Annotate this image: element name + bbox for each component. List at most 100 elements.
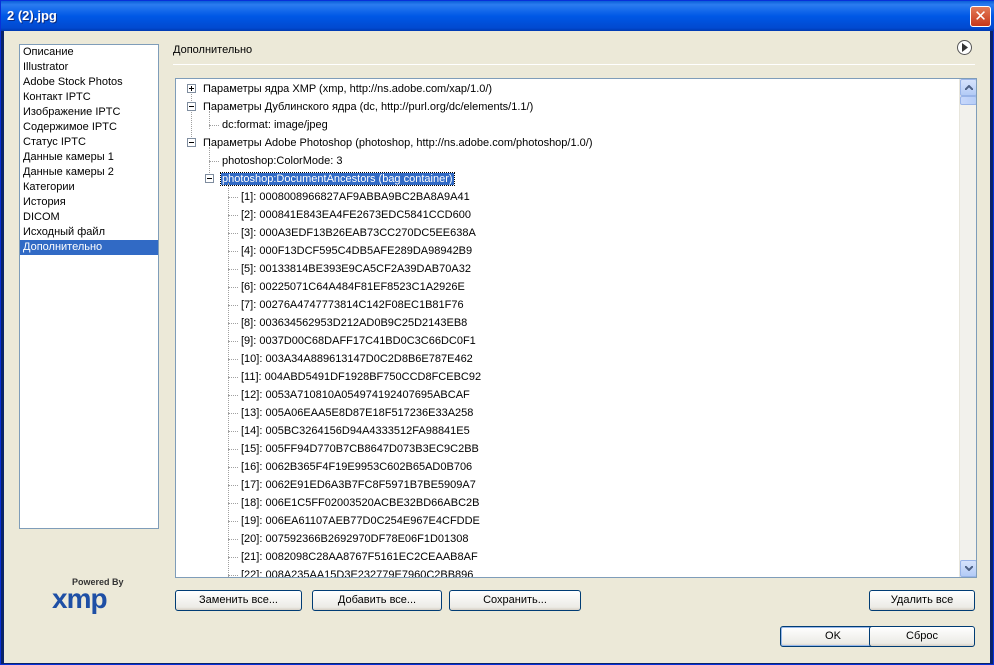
tree-guide-line <box>228 413 238 414</box>
category-item[interactable]: Статус IPTC <box>20 135 158 150</box>
tree-node[interactable]: [8]: 003634562953D212AD0B9C25D2143EB8 <box>241 314 467 332</box>
tree-node-label: dc:format: image/jpeg <box>222 119 328 131</box>
add-all-button[interactable]: Добавить все... <box>312 590 442 611</box>
tree-node-label: [8]: 003634562953D212AD0B9C25D2143EB8 <box>241 317 468 329</box>
expand-icon[interactable] <box>187 84 196 93</box>
collapse-icon[interactable] <box>187 102 196 111</box>
vertical-scrollbar[interactable] <box>959 79 976 577</box>
tree-node[interactable]: [15]: 005FF94D770B7CB8647D073B3EC9C2BB <box>241 440 479 458</box>
tree-node[interactable]: dc:format: image/jpeg <box>222 116 328 134</box>
tree-node[interactable]: [5]: 00133814BE393E9CA5CF2A39DAB70A32 <box>241 260 471 278</box>
tree-node-label: [17]: 0062E91ED6A3B7FC8F5971B7BE5909A7 <box>241 479 476 491</box>
tree-node[interactable]: [4]: 000F13DCF595C4DB5AFE289DA98942B9 <box>241 242 472 260</box>
tree-node[interactable]: Параметры Adobe Photoshop (photoshop, ht… <box>203 134 593 152</box>
save-button[interactable]: Сохранить... <box>449 590 581 611</box>
tree-node[interactable]: photoshop:DocumentAncestors (bag contain… <box>220 170 455 188</box>
tree-node-label: [11]: 004ABD5491DF1928BF750CCD8FCEBC92 <box>241 371 482 383</box>
category-item[interactable]: История <box>20 195 158 210</box>
tree-guide-line <box>209 161 219 162</box>
tree-node-label: [14]: 005BC3264156D94A4333512FA98841E5 <box>241 425 470 437</box>
category-item[interactable]: Дополнительно <box>20 240 158 255</box>
tree-guide-line <box>228 341 238 342</box>
scroll-down-button[interactable] <box>960 560 976 577</box>
tree-node[interactable]: [19]: 006EA61107AEB77D0C254E967E4CFDDE <box>241 512 480 530</box>
category-item[interactable]: Категории <box>20 180 158 195</box>
category-item[interactable]: Adobe Stock Photos <box>20 75 158 90</box>
tree-node-label: [19]: 006EA61107AEB77D0C254E967E4CFDDE <box>241 515 480 527</box>
tree-node-label: [10]: 003A34A889613147D0C2D8B6E787E462 <box>241 353 473 365</box>
tree-guide-line <box>228 431 238 432</box>
tree-node-label: [16]: 0062B365F4F19E9953C602B65AD0B706 <box>241 461 473 473</box>
category-item[interactable]: Содержимое IPTC <box>20 120 158 135</box>
tree-guide-line <box>228 395 238 396</box>
tree-node[interactable]: [9]: 0037D00C68DAFF17C41BD0C3C66DC0F1 <box>241 332 476 350</box>
tree-node-label: Параметры Adobe Photoshop (photoshop, ht… <box>203 137 593 149</box>
tree-guide-line <box>228 503 238 504</box>
window-title: 2 (2).jpg <box>7 8 57 23</box>
scroll-thumb[interactable] <box>960 96 976 105</box>
category-item[interactable]: Изображение IPTC <box>20 105 158 120</box>
tree-node[interactable]: [13]: 005A06EAA5E8D87E18F517236E33A258 <box>241 404 473 422</box>
category-item[interactable]: Illustrator <box>20 60 158 75</box>
tree-guide-line <box>228 467 238 468</box>
tree-node[interactable]: Параметры ядра XMP (xmp, http://ns.adobe… <box>203 80 492 98</box>
tree-node[interactable]: [7]: 00276A4747773814C142F08EC1B81F76 <box>241 296 464 314</box>
tree-content: Параметры ядра XMP (xmp, http://ns.adobe… <box>176 79 956 577</box>
xmp-logo: Powered By xmp <box>52 577 132 617</box>
tree-node-label: [12]: 0053A710810A054974192407695ABCAF <box>241 389 470 401</box>
tree-node[interactable]: [21]: 0082098C28AA8767F5161EC2CEAAB8AF <box>241 548 478 566</box>
tree-guide-line <box>228 269 238 270</box>
collapse-icon[interactable] <box>205 174 214 183</box>
tree-node[interactable]: [11]: 004ABD5491DF1928BF750CCD8FCEBC92 <box>241 368 481 386</box>
tree-node[interactable]: [14]: 005BC3264156D94A4333512FA98841E5 <box>241 422 470 440</box>
tree-node[interactable]: [2]: 000841E843EA4FE2673EDC5841CCD600 <box>241 206 471 224</box>
tree-node-label: [21]: 0082098C28AA8767F5161EC2CEAAB8AF <box>241 551 478 563</box>
replace-all-button[interactable]: Заменить все... <box>175 590 302 611</box>
category-item[interactable]: Контакт IPTC <box>20 90 158 105</box>
category-list: Описание Illustrator Adobe Stock Photos Кон… <box>19 44 159 529</box>
tree-node-label: [1]: 0008008966827AF9ABBA9BC2BA8A9A41 <box>241 191 470 203</box>
tree-guide-line <box>228 233 238 234</box>
collapse-icon[interactable] <box>187 138 196 147</box>
metadata-tree[interactable]: Параметры ядра XMP (xmp, http://ns.adobe… <box>175 78 977 578</box>
panel-menu-button[interactable] <box>957 40 972 55</box>
tree-node[interactable]: [17]: 0062E91ED6A3B7FC8F5971B7BE5909A7 <box>241 476 476 494</box>
tree-node[interactable]: Параметры Дублинского ядра (dc, http://p… <box>203 98 533 116</box>
tree-guide-line <box>228 449 238 450</box>
tree-guide-line <box>228 539 238 540</box>
tree-node[interactable]: [1]: 0008008966827AF9ABBA9BC2BA8A9A41 <box>241 188 470 206</box>
tree-guide-line <box>228 575 238 576</box>
close-button[interactable]: ✕ <box>970 6 991 27</box>
tree-guide-line <box>228 251 238 252</box>
category-item[interactable]: Данные камеры 1 <box>20 150 158 165</box>
tree-node[interactable]: [12]: 0053A710810A054974192407695ABCAF <box>241 386 470 404</box>
tree-node[interactable]: [20]: 007592366B2692970DF78E06F1D01308 <box>241 530 469 548</box>
tree-node[interactable]: [10]: 003A34A889613147D0C2D8B6E787E462 <box>241 350 473 368</box>
tree-node-label: [4]: 000F13DCF595C4DB5AFE289DA98942B9 <box>241 245 473 257</box>
tree-node-label: [2]: 000841E843EA4FE2673EDC5841CCD600 <box>241 209 471 221</box>
tree-node-label: Параметры ядра XMP (xmp, http://ns.adobe… <box>203 83 493 95</box>
category-item[interactable]: Исходный файл <box>20 225 158 240</box>
tree-node[interactable]: [3]: 000A3EDF13B26EAB73CC270DC5EE638A <box>241 224 476 242</box>
category-item[interactable]: Описание <box>20 45 158 60</box>
header-divider <box>173 64 975 65</box>
reset-button[interactable]: Сброс <box>869 626 975 647</box>
tree-node[interactable]: [16]: 0062B365F4F19E9953C602B65AD0B706 <box>241 458 472 476</box>
play-arrow-icon <box>962 43 968 52</box>
tree-node[interactable]: photoshop:ColorMode: 3 <box>222 152 342 170</box>
tree-node-label: [13]: 005A06EAA5E8D87E18F517236E33A258 <box>241 407 474 419</box>
tree-guide-line <box>228 557 238 558</box>
tree-node[interactable]: [6]: 00225071C64A484F81EF8523C1A2926E <box>241 278 465 296</box>
scroll-up-button[interactable] <box>960 79 976 96</box>
category-item[interactable]: DICOM <box>20 210 158 225</box>
tree-node[interactable]: [22]: 008A235AA15D3E232779E7960C2BB896 <box>241 566 473 577</box>
delete-all-button[interactable]: Удалить все <box>869 590 975 611</box>
title-bar[interactable]: 2 (2).jpg ✕ <box>1 1 994 31</box>
tree-guide-line <box>228 305 238 306</box>
tree-node[interactable]: [18]: 006E1C5FF02003520ACBE32BD66ABC2B <box>241 494 480 512</box>
category-item[interactable]: Данные камеры 2 <box>20 165 158 180</box>
tree-node-label: [18]: 006E1C5FF02003520ACBE32BD66ABC2B <box>241 497 480 509</box>
chevron-up-icon <box>965 85 973 90</box>
tree-guide-line <box>228 323 238 324</box>
tree-node-label: [3]: 000A3EDF13B26EAB73CC270DC5EE638A <box>241 227 476 239</box>
